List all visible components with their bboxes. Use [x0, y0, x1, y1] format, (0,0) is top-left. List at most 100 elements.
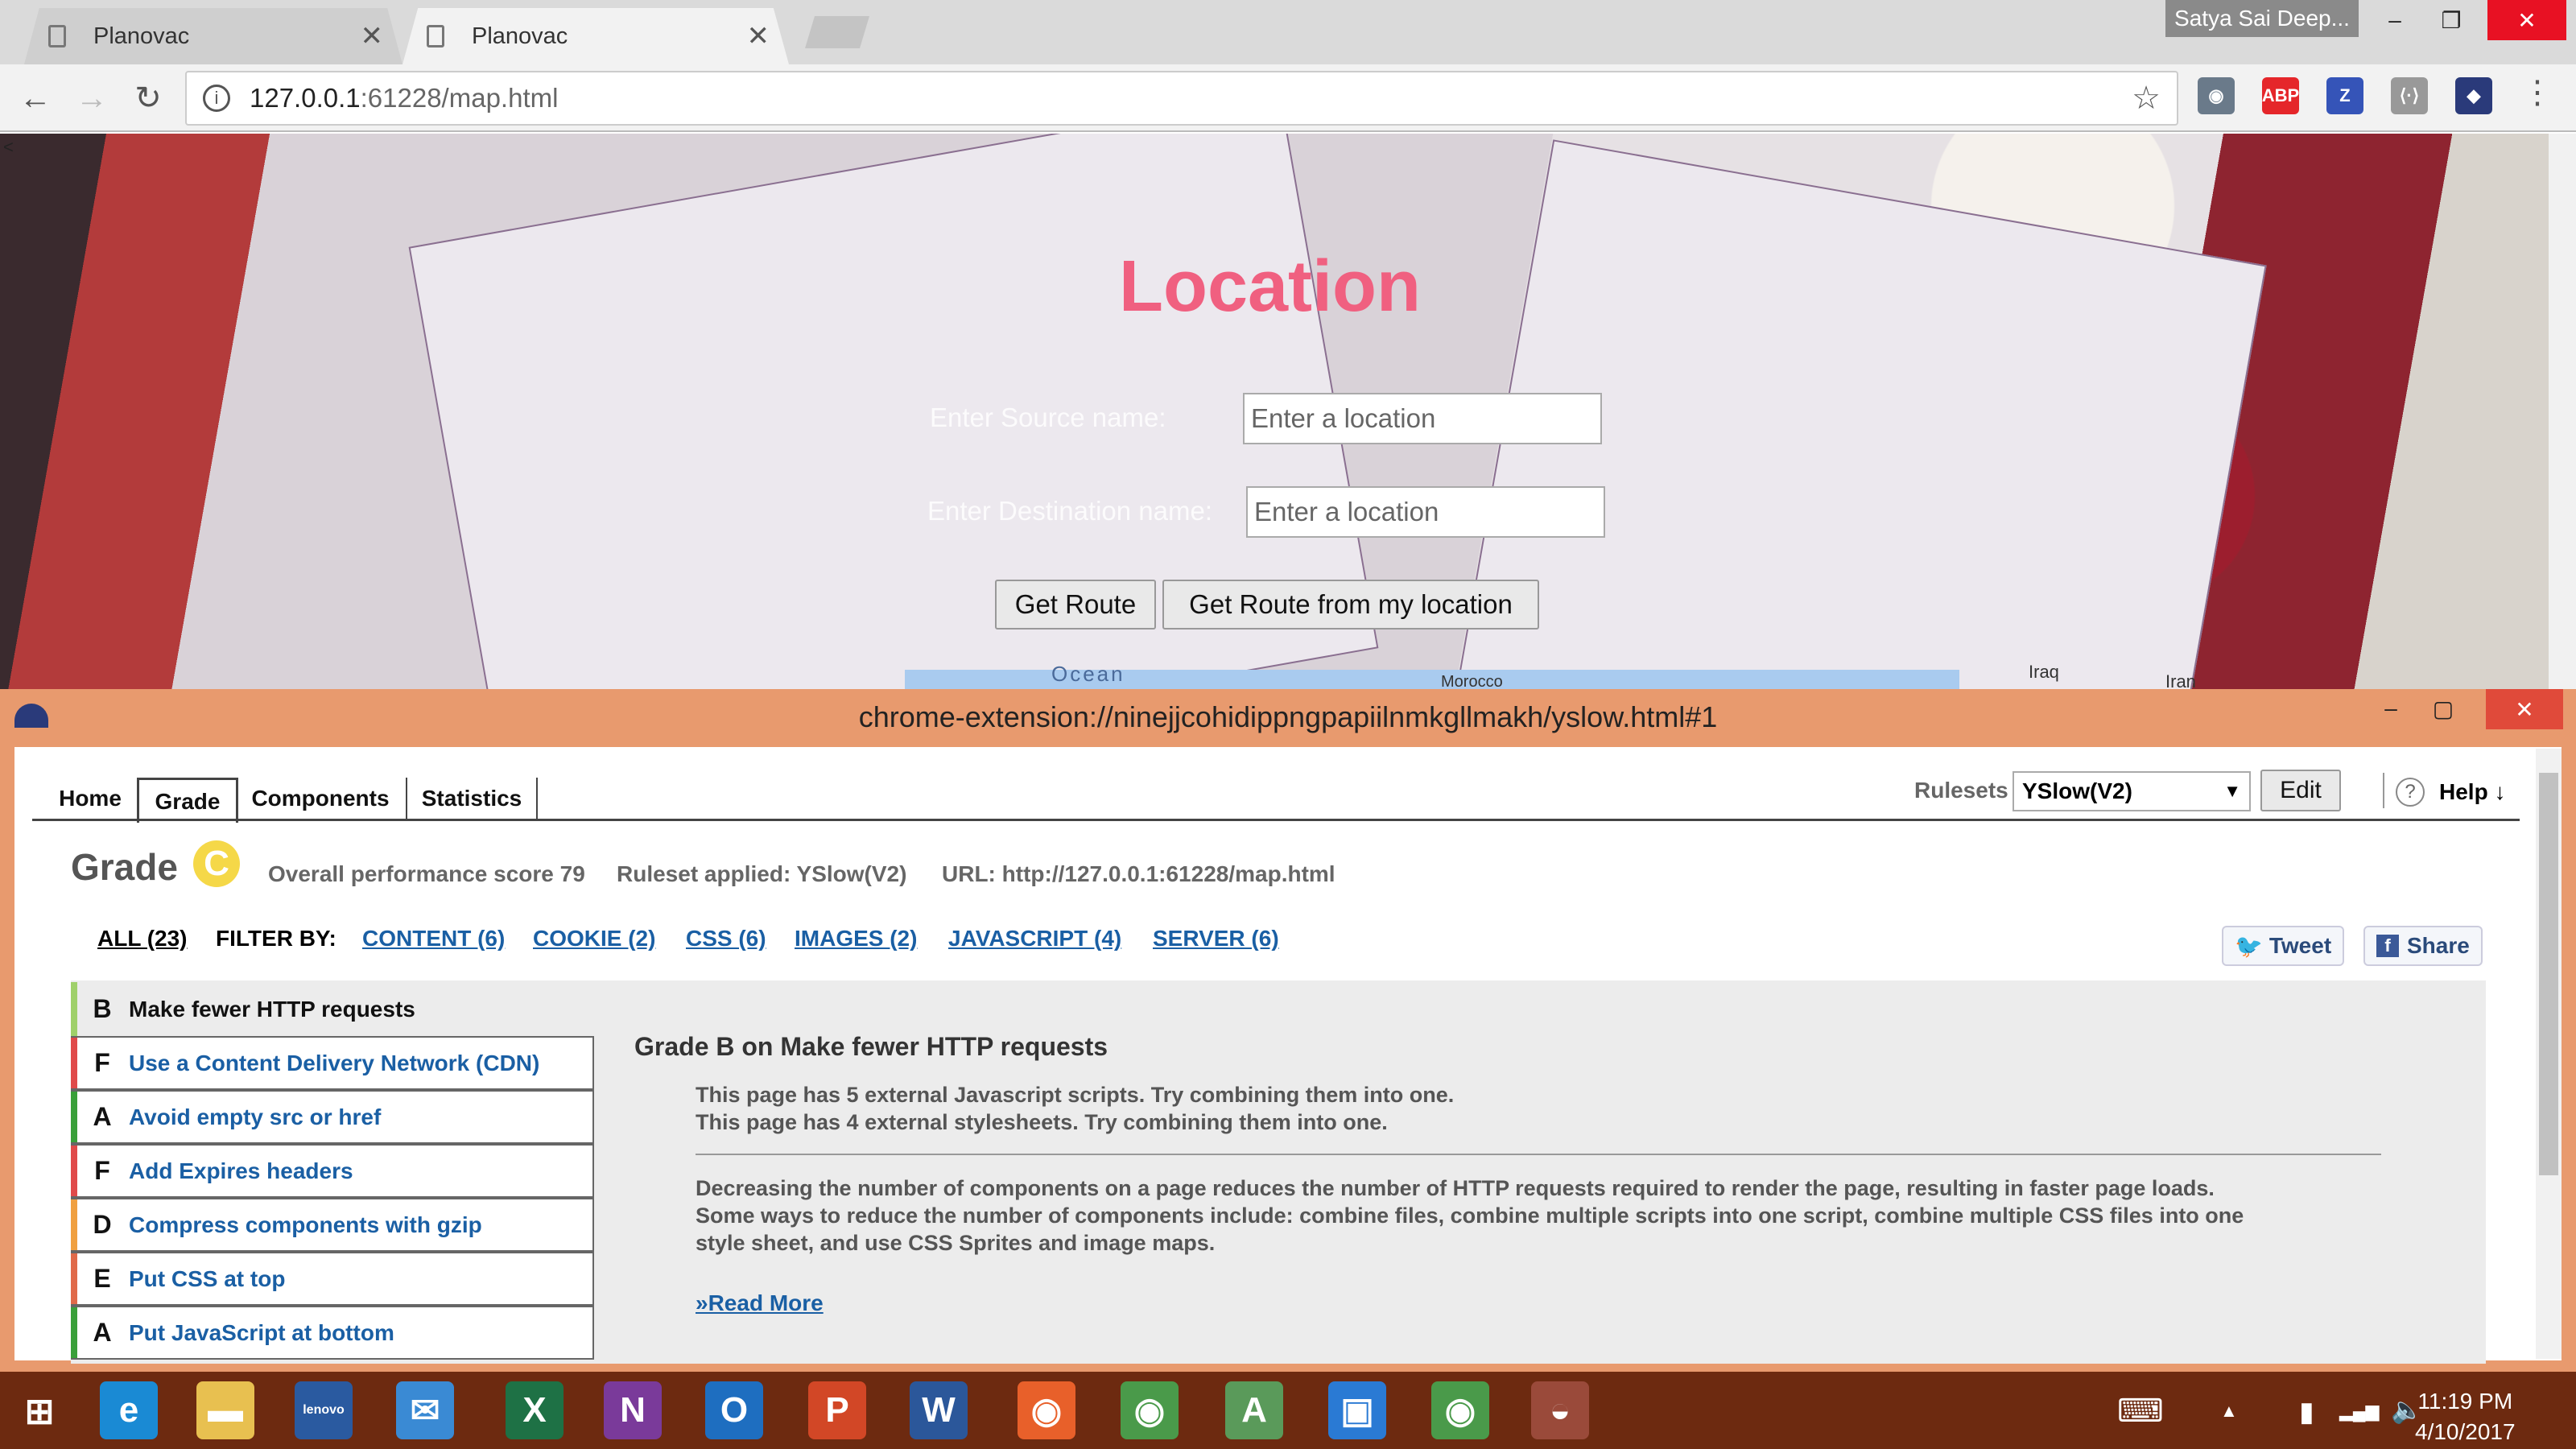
- browser-tab-2[interactable]: Planovac ✕: [402, 8, 789, 64]
- app-icon[interactable]: ▣: [1328, 1381, 1386, 1439]
- zotero-icon[interactable]: Z: [2326, 77, 2363, 114]
- forward-icon[interactable]: →: [68, 74, 116, 122]
- rule-title[interactable]: Put JavaScript at bottom: [129, 1320, 394, 1346]
- rule-row[interactable]: F Add Expires headers: [71, 1144, 594, 1198]
- address-bar[interactable]: i 127.0.0.1:61228/map.html ☆: [185, 71, 2178, 126]
- help-icon[interactable]: ?: [2396, 778, 2425, 807]
- scrollbar-thumb[interactable]: [2539, 773, 2558, 1175]
- tab-grade[interactable]: Grade: [137, 778, 238, 823]
- ie-icon[interactable]: e: [100, 1381, 158, 1439]
- rule-grade: F: [94, 1048, 110, 1077]
- file-explorer-icon[interactable]: ▬: [196, 1381, 254, 1439]
- info-icon[interactable]: i: [203, 85, 230, 112]
- grade-badge: C: [193, 840, 240, 887]
- yslow-extension-icon[interactable]: ◆: [2455, 77, 2492, 114]
- rule-row[interactable]: A Put JavaScript at bottom: [71, 1306, 594, 1360]
- rule-row[interactable]: D Compress components with gzip: [71, 1198, 594, 1252]
- close-tab-icon[interactable]: ✕: [747, 20, 770, 52]
- filter-all[interactable]: ALL (23): [97, 926, 188, 952]
- yslow-taskbar-icon[interactable]: ◒: [1531, 1381, 1589, 1439]
- battery-icon[interactable]: ▮: [2299, 1396, 2314, 1428]
- rule-row[interactable]: A Avoid empty src or href: [71, 1090, 594, 1144]
- get-route-from-my-location-button[interactable]: Get Route from my location: [1162, 580, 1539, 630]
- restore-button[interactable]: ❐: [2423, 0, 2479, 40]
- tab-home[interactable]: Home: [43, 778, 137, 819]
- share-label: Share: [2407, 933, 2470, 958]
- excel-icon[interactable]: X: [506, 1381, 564, 1439]
- filter-server[interactable]: SERVER (6): [1153, 926, 1279, 952]
- read-more-link[interactable]: »Read More: [696, 1290, 824, 1316]
- page-icon: [48, 25, 66, 47]
- code-extension-icon[interactable]: ⟨·⟩: [2391, 77, 2428, 114]
- rule-detail: Grade B on Make fewer HTTP requests This…: [634, 1032, 2381, 1316]
- close-window-button[interactable]: ✕: [2487, 0, 2566, 40]
- map-label: Iraq: [2029, 662, 2059, 682]
- rule-row[interactable]: E Put CSS at top: [71, 1252, 594, 1306]
- tab-statistics[interactable]: Statistics: [406, 778, 538, 819]
- back-icon[interactable]: ←: [11, 74, 60, 122]
- word-icon[interactable]: W: [910, 1381, 968, 1439]
- close-tab-icon[interactable]: ✕: [361, 20, 384, 52]
- onenote-icon[interactable]: N: [604, 1381, 662, 1439]
- filter-cookie[interactable]: COOKIE (2): [533, 926, 655, 952]
- tweet-button[interactable]: 🐦 Tweet: [2222, 926, 2345, 966]
- rule-grade: A: [93, 1102, 112, 1131]
- rule-title[interactable]: Put CSS at top: [129, 1266, 285, 1292]
- help-link[interactable]: Help ↓: [2439, 779, 2505, 805]
- destination-input[interactable]: Enter a location: [1246, 486, 1605, 538]
- system-clock[interactable]: 11:19 PM 4/10/2017: [2415, 1386, 2516, 1447]
- signal-icon[interactable]: ▂▄▆: [2339, 1401, 2379, 1422]
- filter-images[interactable]: IMAGES (2): [795, 926, 917, 952]
- profile-button[interactable]: Satya Sai Deep...: [2165, 0, 2359, 37]
- yslow-scrollbar[interactable]: [2536, 749, 2562, 1359]
- yslow-close-button[interactable]: ✕: [2486, 689, 2563, 729]
- mail-icon[interactable]: ✉: [396, 1381, 454, 1439]
- clock-date: 4/10/2017: [2415, 1419, 2516, 1444]
- new-tab-button[interactable]: [805, 16, 869, 48]
- yslow-minimize-button[interactable]: –: [2363, 692, 2419, 724]
- adblock-icon[interactable]: ABP: [2262, 77, 2299, 114]
- rule-title[interactable]: Avoid empty src or href: [129, 1104, 381, 1130]
- rule-title[interactable]: Compress components with gzip: [129, 1212, 482, 1238]
- rule-title[interactable]: Use a Content Delivery Network (CDN): [129, 1051, 539, 1076]
- filter-javascript[interactable]: JAVASCRIPT (4): [948, 926, 1121, 952]
- share-button[interactable]: f Share: [2363, 926, 2483, 966]
- edit-button[interactable]: Edit: [2260, 770, 2341, 811]
- android-studio-icon[interactable]: A: [1225, 1381, 1283, 1439]
- page-scrollbar[interactable]: [2549, 134, 2576, 689]
- rule-row[interactable]: B Make fewer HTTP requests: [71, 982, 594, 1036]
- rule-title[interactable]: Add Expires headers: [129, 1158, 353, 1184]
- tab-underline: [32, 819, 2520, 821]
- windows-start-icon[interactable]: ⊞: [5, 1377, 74, 1446]
- reload-icon[interactable]: ↻: [124, 74, 172, 122]
- eye-extension-icon[interactable]: ◉: [2198, 77, 2235, 114]
- get-route-button[interactable]: Get Route: [995, 580, 1156, 630]
- chrome-icon[interactable]: ◉: [1121, 1381, 1179, 1439]
- rulesets-label: Rulesets: [1914, 778, 2008, 803]
- rule-row[interactable]: F Use a Content Delivery Network (CDN): [71, 1036, 594, 1090]
- rule-title[interactable]: Make fewer HTTP requests: [129, 997, 415, 1022]
- ruleset-select[interactable]: YSlow(V2) ▼: [2013, 771, 2251, 811]
- detail-line: This page has 5 external Javascript scri…: [696, 1083, 1455, 1107]
- tray-expand-icon[interactable]: ▲: [2220, 1401, 2238, 1422]
- filter-content[interactable]: CONTENT (6): [362, 926, 505, 952]
- firefox-icon[interactable]: ◉: [1018, 1381, 1075, 1439]
- minimize-button[interactable]: –: [2367, 0, 2423, 40]
- detail-divider: [696, 1154, 2381, 1155]
- source-input[interactable]: Enter a location: [1243, 393, 1602, 444]
- outlook-icon[interactable]: O: [705, 1381, 763, 1439]
- yslow-restore-button[interactable]: ▢: [2415, 692, 2471, 724]
- keyboard-icon[interactable]: ⌨: [2117, 1393, 2164, 1430]
- menu-icon[interactable]: ⋮: [2521, 74, 2553, 111]
- rule-grade: A: [93, 1318, 112, 1347]
- powerpoint-icon[interactable]: P: [808, 1381, 866, 1439]
- bookmark-star-icon[interactable]: ☆: [2132, 80, 2161, 117]
- url-path: :61228/map.html: [360, 83, 559, 113]
- browser-tab-1[interactable]: Planovac ✕: [24, 8, 402, 64]
- chrome-icon-2[interactable]: ◉: [1431, 1381, 1489, 1439]
- tab-components[interactable]: Components: [242, 778, 399, 819]
- url-host: 127.0.0.1: [250, 83, 361, 113]
- source-label: Enter Source name:: [930, 402, 1166, 432]
- filter-css[interactable]: CSS (6): [686, 926, 766, 952]
- lenovo-icon[interactable]: lenovo: [295, 1381, 353, 1439]
